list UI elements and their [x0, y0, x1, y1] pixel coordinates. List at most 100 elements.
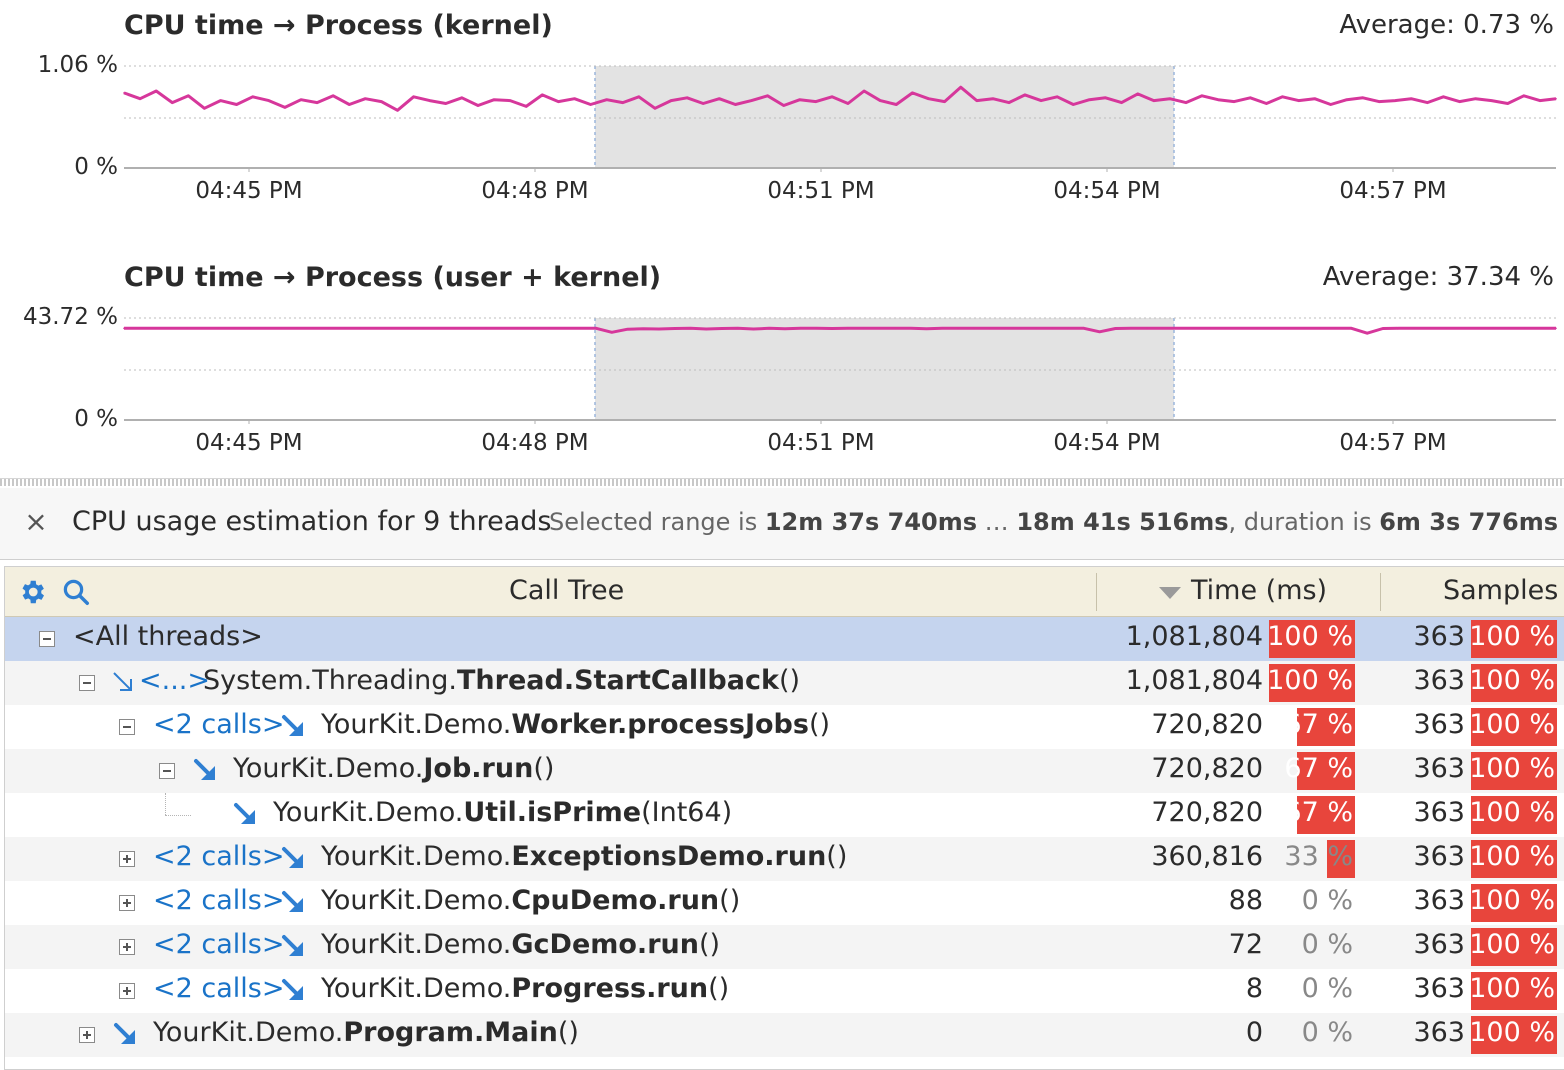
samples-percent-bar: 100 %	[1469, 796, 1557, 834]
data-point	[1394, 99, 1396, 102]
column-call-tree[interactable]: Call Tree	[509, 575, 624, 606]
data-point	[750, 99, 753, 102]
call-tree-node[interactable]: <All threads>	[73, 621, 263, 652]
data-point	[1397, 327, 1400, 330]
y-tick-min: 0 %	[74, 154, 118, 180]
table-row[interactable]: YourKit.Demo.Util.isPrime(Int64) 720,820 6…	[5, 793, 1564, 837]
data-point	[1476, 327, 1479, 330]
data-point	[1474, 97, 1477, 100]
column-time[interactable]: Time (ms)	[1191, 575, 1327, 606]
table-row[interactable]: <2 calls> YourKit.Demo.GcDemo.run() 72 0 % 3…	[5, 925, 1564, 969]
calls-label[interactable]: <2 calls>	[153, 929, 284, 960]
time-percent-bar: 100 %	[1267, 620, 1355, 658]
data-point	[359, 327, 361, 330]
samples-percent-bar: 100 %	[1469, 840, 1557, 878]
call-tree-cell: <2 calls> YourKit.Demo.CpuDemo.run()	[5, 881, 1095, 925]
x-tick: 04:54 PM	[1053, 178, 1161, 204]
data-point	[1104, 97, 1107, 99]
data-point	[1035, 327, 1038, 330]
close-icon[interactable]: ×	[22, 508, 50, 536]
data-point	[1177, 327, 1180, 330]
data-point	[187, 95, 190, 97]
column-samples[interactable]: Samples	[1443, 575, 1558, 606]
call-tree-node[interactable]: System.Threading.Thread.StartCallback()	[203, 665, 800, 696]
data-point	[364, 97, 367, 100]
range-prefix: Selected range is	[548, 508, 765, 536]
column-divider[interactable]	[1096, 573, 1097, 611]
call-tree-node[interactable]: YourKit.Demo.Job.run()	[233, 753, 554, 784]
table-row[interactable]: <All threads> 1,081,804 100 % 363 100 %	[5, 617, 1564, 661]
call-tree-node[interactable]: YourKit.Demo.CpuDemo.run()	[321, 885, 740, 916]
node-method: Job.run	[423, 753, 534, 784]
data-point	[766, 95, 769, 97]
data-point	[959, 86, 962, 88]
search-icon[interactable]	[61, 577, 91, 607]
data-point	[1114, 327, 1117, 330]
gear-icon[interactable]	[17, 577, 47, 607]
calls-label[interactable]: <2 calls>	[153, 709, 284, 740]
time-percent-bar: 67 %	[1269, 708, 1355, 746]
expand-icon[interactable]	[119, 983, 135, 999]
data-point	[1426, 101, 1429, 104]
time-percent-bar: 0 %	[1269, 884, 1355, 922]
time-percent-bar: 0 %	[1269, 1016, 1355, 1054]
selected-range-info: Selected range is 12m 37s 740ms … 18m 41…	[549, 508, 1558, 536]
calls-label[interactable]: <2 calls>	[153, 885, 284, 916]
data-point	[1410, 97, 1412, 100]
panel-splitter[interactable]	[0, 478, 1564, 486]
data-point	[674, 327, 676, 330]
selection-range	[595, 66, 1174, 168]
call-tree-node[interactable]: YourKit.Demo.Worker.processJobs()	[321, 709, 830, 740]
expand-icon[interactable]	[119, 895, 135, 911]
data-point	[219, 99, 222, 102]
data-point	[1185, 101, 1187, 104]
data-point	[943, 100, 946, 103]
collapse-icon[interactable]	[79, 675, 95, 691]
call-tree-node[interactable]: YourKit.Demo.Program.Main()	[153, 1017, 579, 1048]
time-value: 0	[1245, 1017, 1263, 1048]
chart-title: CPU time → Process (user + kernel)	[124, 262, 662, 293]
table-row[interactable]: <2 calls> YourKit.Demo.Worker.processJobs…	[5, 705, 1564, 749]
data-point	[477, 104, 479, 107]
collapse-icon[interactable]	[119, 719, 135, 735]
calls-label[interactable]: <2 calls>	[153, 973, 284, 1004]
expand-icon[interactable]	[119, 851, 135, 867]
expand-icon[interactable]	[79, 1027, 95, 1043]
data-point	[863, 90, 865, 92]
data-point	[638, 96, 640, 98]
data-point	[734, 103, 737, 106]
call-tree-table: Call Tree Time (ms) Samples <All threads…	[4, 566, 1564, 1070]
calls-label[interactable]: <...>	[139, 665, 210, 696]
collapse-icon[interactable]	[159, 763, 175, 779]
data-point	[1233, 100, 1235, 103]
table-row[interactable]: YourKit.Demo.Program.Main() 0 0 % 363 100 %	[5, 1013, 1564, 1057]
calls-label[interactable]: <2 calls>	[153, 841, 284, 872]
data-point	[380, 100, 383, 103]
data-point	[155, 90, 157, 92]
data-point	[895, 103, 898, 106]
collapse-icon[interactable]	[39, 631, 55, 647]
call-tree-node[interactable]: YourKit.Demo.Util.isPrime(Int64)	[273, 797, 732, 828]
call-tree-node[interactable]: YourKit.Demo.Progress.run()	[321, 973, 729, 1004]
samples-value: 363	[1413, 621, 1465, 652]
expand-icon[interactable]	[119, 939, 135, 955]
table-row[interactable]: <2 calls> YourKit.Demo.CpuDemo.run() 88 0 %…	[5, 881, 1564, 925]
data-point	[437, 327, 440, 330]
data-point	[284, 106, 286, 109]
call-arrow-icon	[282, 715, 303, 736]
column-divider[interactable]	[1380, 573, 1381, 611]
call-tree-node[interactable]: YourKit.Demo.ExceptionsDemo.run()	[321, 841, 847, 872]
samples-percent-label: 100 %	[1469, 665, 1555, 696]
table-row[interactable]: <2 calls> YourKit.Demo.Progress.run() 8 0 %…	[5, 969, 1564, 1013]
data-point	[862, 327, 865, 330]
call-tree-cell: YourKit.Demo.Util.isPrime(Int64)	[5, 793, 1095, 837]
table-row[interactable]: <...> System.Threading.Thread.StartCallba…	[5, 661, 1564, 705]
call-tree-node[interactable]: YourKit.Demo.GcDemo.run()	[321, 929, 720, 960]
time-percent-label: 33 %	[1284, 841, 1353, 872]
x-tick: 04:45 PM	[195, 430, 303, 456]
table-row[interactable]: YourKit.Demo.Job.run() 720,820 67 % 363 100 …	[5, 749, 1564, 793]
table-row[interactable]: <2 calls> YourKit.Demo.ExceptionsDemo.run…	[5, 837, 1564, 881]
call-tree-cell: YourKit.Demo.Job.run()	[5, 749, 1095, 793]
data-point	[1490, 99, 1493, 102]
data-point	[1555, 327, 1557, 330]
